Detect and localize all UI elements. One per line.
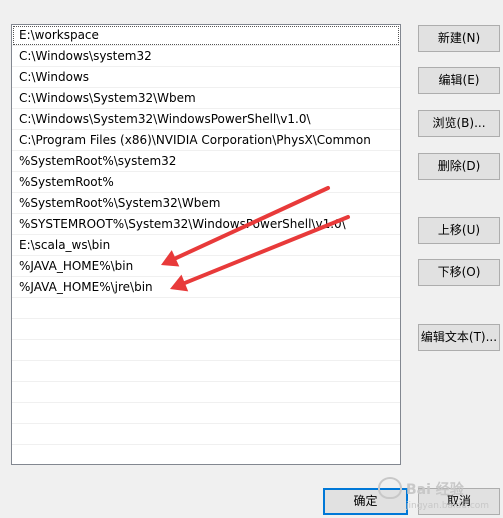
list-item[interactable]: C:\Windows\system32 (12, 46, 400, 67)
list-item[interactable]: %SystemRoot% (12, 172, 400, 193)
list-item[interactable]: C:\Windows\System32\Wbem (12, 88, 400, 109)
empty-list-row[interactable] (12, 424, 400, 445)
empty-list-row[interactable] (12, 445, 400, 464)
empty-list-row[interactable] (12, 298, 400, 319)
move-down-button[interactable]: 下移(O) (418, 259, 500, 286)
edit-text-button[interactable]: 编辑文本(T)... (418, 324, 500, 351)
empty-list-row[interactable] (12, 361, 400, 382)
browse-button[interactable]: 浏览(B)... (418, 110, 500, 137)
edit-button[interactable]: 编辑(E) (418, 67, 500, 94)
new-button[interactable]: 新建(N) (418, 25, 500, 52)
list-item[interactable]: %SystemRoot%\system32 (12, 151, 400, 172)
cancel-button[interactable]: 取消 (418, 488, 500, 515)
delete-button[interactable]: 删除(D) (418, 153, 500, 180)
list-item[interactable]: %SystemRoot%\System32\Wbem (12, 193, 400, 214)
list-item[interactable]: E:\workspace (12, 25, 400, 46)
empty-list-row[interactable] (12, 382, 400, 403)
list-item[interactable]: %SYSTEMROOT%\System32\WindowsPowerShell\… (12, 214, 400, 235)
list-item[interactable]: C:\Windows\System32\WindowsPowerShell\v1… (12, 109, 400, 130)
move-up-button[interactable]: 上移(U) (418, 217, 500, 244)
list-item[interactable]: %JAVA_HOME%\bin (12, 256, 400, 277)
empty-list-row[interactable] (12, 403, 400, 424)
list-item[interactable]: C:\Program Files (x86)\NVIDIA Corporatio… (12, 130, 400, 151)
list-item[interactable]: C:\Windows (12, 67, 400, 88)
list-item[interactable]: %JAVA_HOME%\jre\bin (12, 277, 400, 298)
list-item[interactable]: E:\scala_ws\bin (12, 235, 400, 256)
empty-list-row[interactable] (12, 319, 400, 340)
ok-button[interactable]: 确定 (323, 488, 408, 515)
path-listbox[interactable]: E:\workspace C:\Windows\system32 C:\Window… (11, 24, 401, 465)
empty-list-row[interactable] (12, 340, 400, 361)
